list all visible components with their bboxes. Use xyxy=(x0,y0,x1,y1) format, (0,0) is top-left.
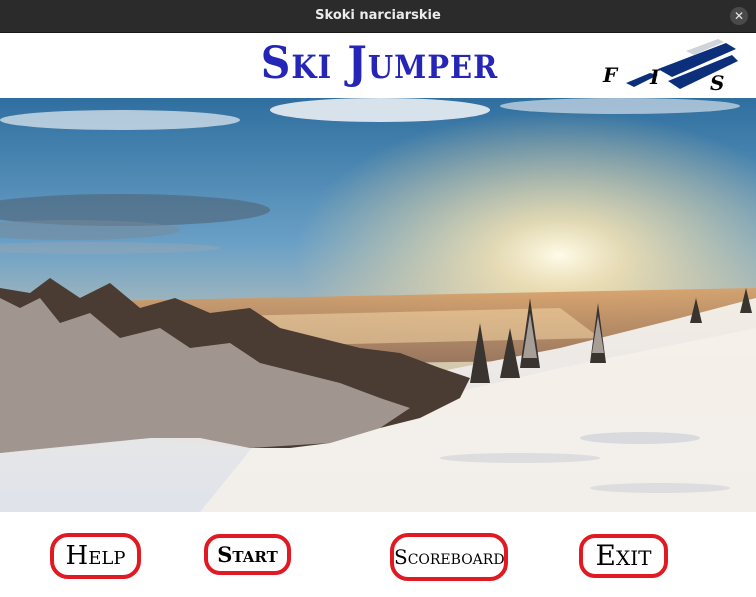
fis-letter-s: S xyxy=(710,71,724,95)
landscape-svg xyxy=(0,98,756,512)
header: Ski Jumper F I S xyxy=(0,33,756,98)
fis-letter-i: I xyxy=(649,65,660,89)
title-bar[interactable]: Skoki narciarskie ✕ xyxy=(0,0,756,33)
close-button[interactable]: ✕ xyxy=(730,7,748,25)
logo-text: Ski Jumper xyxy=(260,37,499,89)
start-button[interactable]: Start xyxy=(204,534,291,575)
scoreboard-button[interactable]: Scoreboard xyxy=(390,533,508,581)
fis-logo-icon: F I S xyxy=(602,39,738,95)
close-icon: ✕ xyxy=(733,9,745,23)
fis-letter-f: F xyxy=(602,63,619,87)
help-button[interactable]: Help xyxy=(50,533,141,579)
menu-buttons: Help Start Scoreboard Exit xyxy=(0,512,756,597)
exit-button[interactable]: Exit xyxy=(579,534,668,578)
window-title: Skoki narciarskie xyxy=(315,8,441,23)
winter-landscape-image xyxy=(0,98,756,512)
app-window: Skoki narciarskie ✕ Ski Jumper F I S Hel… xyxy=(0,0,756,597)
